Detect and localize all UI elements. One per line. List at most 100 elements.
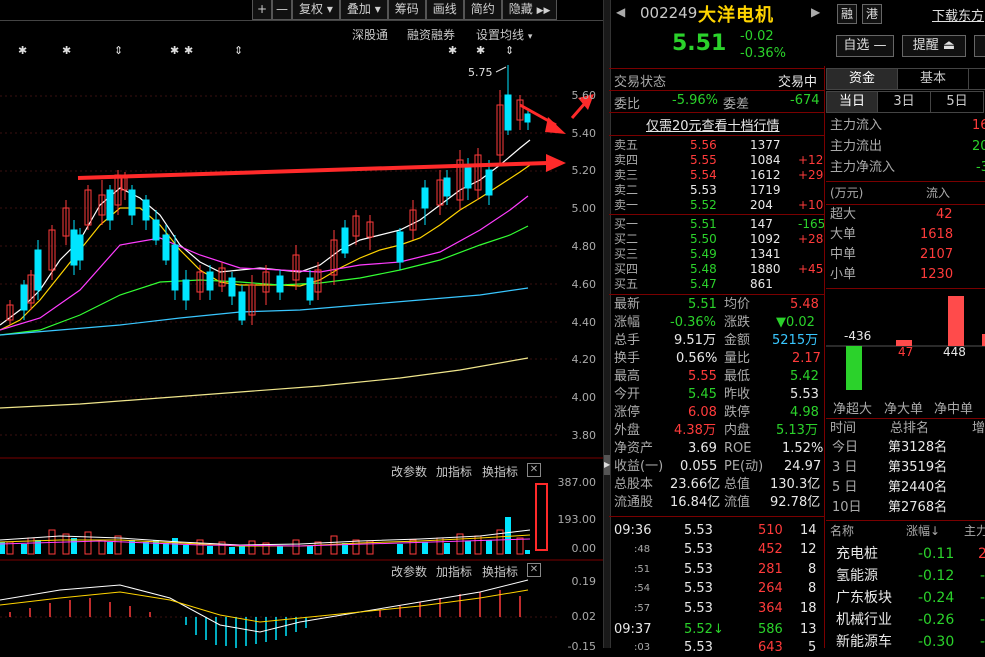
stat-row: 总手 9.51万 金额 5215万	[614, 333, 819, 348]
candles	[6, 65, 531, 325]
add-watchlist-button[interactable]: 自选 —	[836, 35, 894, 57]
macd-close-icon[interactable]: ✕	[527, 563, 541, 577]
volume-axis-label: 387.00	[557, 476, 597, 489]
tab-fund[interactable]: 资金	[826, 68, 898, 90]
next-stock-icon[interactable]: ▶	[811, 5, 820, 19]
volume-bars	[0, 483, 548, 555]
tick-row: :48 5.53 452 12	[634, 542, 817, 557]
stat-row: 收益(一) 0.055 PE(动) 24.97	[614, 459, 822, 474]
price-axis-label: 4.40	[571, 316, 597, 329]
stat-row: 总股本 23.66亿 总值 130.3亿	[614, 477, 821, 492]
more-button[interactable]	[974, 35, 985, 57]
ask-row[interactable]: 卖四 5.55 1084 +12	[614, 153, 823, 168]
tab-extra[interactable]	[968, 68, 985, 90]
level2-link[interactable]: 仅需20元查看十档行情	[646, 115, 780, 134]
price-alert-button[interactable]: 提醒 ⏏	[902, 35, 966, 57]
price-axis-label: 4.20	[571, 353, 597, 366]
stat-row: 流通股 16.84亿 流值 92.78亿	[614, 495, 821, 510]
kline-chart-area[interactable]: + — 复权 ▾ 叠加 ▾ 筹码 画线 简约 隐藏 ▶▶ 深股通 融资融券 设置…	[0, 0, 603, 653]
net-flow-label: 净大单	[884, 402, 924, 417]
stat-row: 净资产 3.69 ROE 1.52%	[614, 441, 824, 456]
bid-row[interactable]: 买一 5.51 147 -165	[614, 217, 825, 232]
stat-row: 涨幅 -0.36% 涨跌 ▼0.02	[614, 315, 815, 330]
price-change-pct: -0.36%	[740, 46, 786, 61]
macd-axis-label: -0.15	[567, 640, 596, 653]
weicha-value: -674	[790, 93, 820, 108]
price-axis-label: 5.60	[571, 89, 597, 102]
net-flow-label: 净超大	[833, 402, 873, 417]
hk-connect-tag[interactable]: 港	[862, 4, 882, 24]
weicha-label: 委差	[723, 97, 750, 112]
volume-axis-label: 193.00	[557, 513, 597, 526]
tick-row: :51 5.53 281 8	[634, 562, 817, 577]
stat-row: 最新 5.51 均价 5.48	[614, 297, 819, 312]
price-axis-label: 5.40	[571, 127, 597, 140]
trade-status-label: 交易状态	[614, 75, 667, 90]
bid-row[interactable]: 买二 5.50 1092 +28	[614, 232, 823, 247]
price-axis-label: 4.60	[571, 278, 597, 291]
price-change: -0.02	[740, 29, 774, 44]
period-3d[interactable]: 3日	[877, 91, 931, 113]
volume-modify-params-link[interactable]: 改参数	[391, 463, 427, 480]
macd-axis-label: 0.02	[571, 610, 597, 623]
svg-text:✱: ✱	[18, 44, 27, 57]
price-axis-label: 5.00	[571, 202, 597, 215]
svg-text:✱: ✱	[184, 44, 193, 57]
macd-modify-params-link[interactable]: 改参数	[391, 563, 427, 580]
stat-row: 外盘 4.38万 内盘 5.13万	[614, 423, 818, 438]
svg-text:✱: ✱	[476, 44, 485, 57]
svg-text:✱: ✱	[62, 44, 71, 57]
stat-row: 换手 0.56% 量比 2.17	[614, 351, 821, 366]
volume-switch-indicator-link[interactable]: 换指标	[482, 463, 518, 480]
net-flow-value: 448	[943, 345, 966, 359]
period-5d[interactable]: 5日	[930, 91, 984, 113]
macd-switch-indicator-link[interactable]: 换指标	[482, 563, 518, 580]
svg-text:✱: ✱	[448, 44, 457, 57]
net-flow-bar	[948, 296, 964, 346]
ask-row[interactable]: 卖三 5.54 1612 +29	[614, 168, 823, 183]
ask-row[interactable]: 卖二 5.53 1719	[614, 183, 822, 198]
net-flow-value: -436	[844, 329, 872, 343]
kline-svg: ✱ ✱ ⇕ ✱ ✱ ⇕ ✱ ✱ ⇕ 5.75	[0, 44, 603, 648]
peak-price-label: 5.75	[468, 66, 493, 79]
margin-tag[interactable]: 融	[837, 4, 857, 24]
collapse-arrow-icon[interactable]: ▶	[604, 455, 610, 475]
ask-row[interactable]: 卖一 5.52 204 +10	[614, 198, 823, 213]
volume-close-icon[interactable]: ✕	[527, 463, 541, 477]
tab-basic[interactable]: 基本	[897, 68, 969, 90]
stock-name: 大洋电机	[698, 5, 774, 26]
bid-row[interactable]: 买四 5.48 1880 +45	[614, 262, 823, 277]
price-axis-label: 4.00	[571, 391, 597, 404]
tick-row: :54 5.53 264 8	[634, 581, 817, 596]
macd-add-indicator-link[interactable]: 加指标	[436, 563, 472, 580]
annotation-arrows	[77, 94, 594, 180]
stock-code: 002249	[640, 4, 698, 22]
svg-text:⇕: ⇕	[114, 44, 123, 57]
volume-add-indicator-link[interactable]: 加指标	[436, 463, 472, 480]
tick-row: 09:37 5.52↓ 586 13	[614, 622, 817, 637]
stat-row: 涨停 6.08 跌停 4.98	[614, 405, 819, 420]
macd-panel	[0, 579, 560, 648]
price-axis-label: 3.80	[571, 429, 597, 442]
weibi-value: -5.96%	[672, 93, 718, 108]
bid-row[interactable]: 买五 5.47 861	[614, 277, 822, 292]
bid-row[interactable]: 买三 5.49 1341	[614, 247, 822, 262]
ask-row[interactable]: 卖五 5.56 1377	[614, 138, 822, 153]
prev-stock-icon[interactable]: ◀	[616, 5, 625, 19]
svg-text:⇕: ⇕	[505, 44, 514, 57]
net-flow-label: 净中单	[934, 402, 974, 417]
download-link[interactable]: 下载东方	[932, 5, 984, 24]
net-flow-value: 47	[898, 345, 914, 359]
stat-row: 今开 5.45 昨收 5.53	[614, 387, 819, 402]
price-axis-label: 5.20	[571, 164, 597, 177]
trade-status-value: 交易中	[778, 75, 818, 90]
tick-row: :57 5.53 364 18	[634, 601, 817, 616]
net-flow-bar	[846, 346, 862, 390]
svg-text:✱: ✱	[170, 44, 179, 57]
volume-axis-label: 0.00	[571, 542, 597, 555]
price-axis-label: 4.80	[571, 240, 597, 253]
weibi-label: 委比	[614, 97, 641, 112]
panel-splitter[interactable]: ▶	[603, 0, 611, 648]
period-today[interactable]: 当日	[826, 91, 878, 113]
last-price: 5.51	[672, 31, 727, 56]
